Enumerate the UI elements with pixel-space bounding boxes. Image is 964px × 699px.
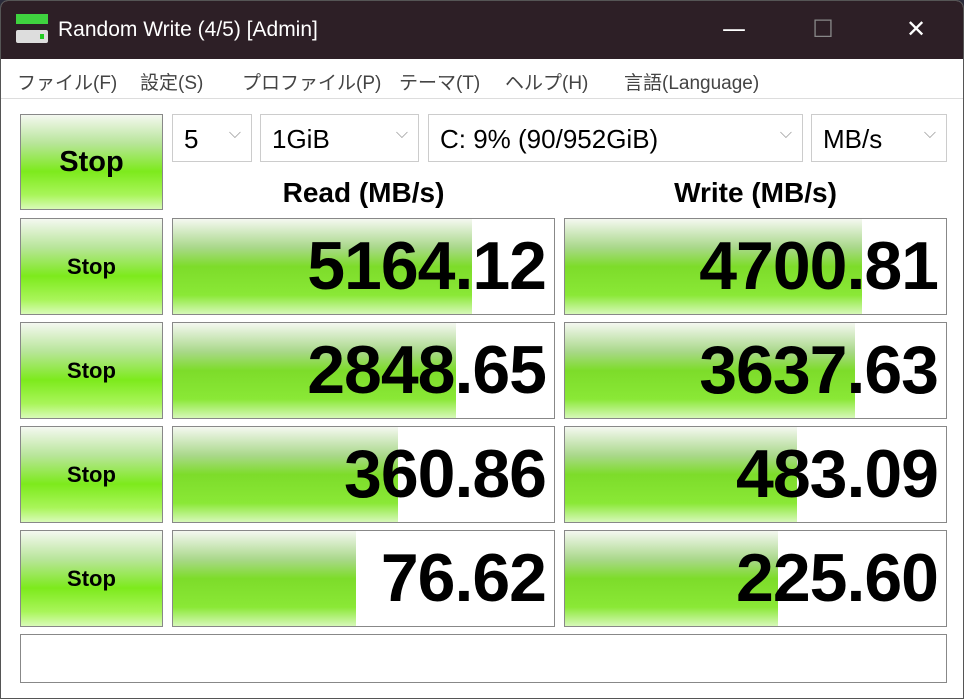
write-header: Write (MB/s) — [674, 177, 837, 208]
read-result: 360.86 — [172, 426, 555, 523]
read-result: 5164.12 — [172, 218, 555, 315]
unit-select[interactable]: MB/s ⌵ — [811, 114, 947, 162]
write-value: 225.60 — [736, 540, 939, 616]
read-value: 2848.65 — [307, 332, 547, 408]
maximize-button[interactable]: ☐ — [803, 15, 843, 43]
stop-test-button[interactable]: Stop — [20, 322, 163, 419]
title-bar: Random Write (4/5) [Admin] — ☐ ✕ — [1, 1, 963, 59]
write-result: 3637.63 — [564, 322, 947, 419]
drive-value: C: 9% (90/952GiB) — [440, 124, 659, 154]
unit-value: MB/s — [823, 124, 883, 154]
stop-test-button[interactable]: Stop — [20, 426, 163, 523]
write-value: 4700.81 — [699, 228, 939, 304]
size-value: 1GiB — [272, 124, 330, 154]
stop-test-button[interactable]: Stop — [20, 530, 163, 627]
read-value: 360.86 — [344, 436, 547, 512]
menu-profile[interactable]: プロファイル(P) — [242, 68, 381, 95]
app-disk-icon — [16, 14, 48, 44]
read-result: 76.62 — [172, 530, 555, 627]
size-select[interactable]: 1GiB ⌵ — [260, 114, 419, 162]
write-value: 3637.63 — [699, 332, 939, 408]
comment-input[interactable] — [20, 634, 947, 683]
menu-bar: ファイル(F) 設定(S) プロファイル(P) テーマ(T) ヘルプ(H) 言語… — [1, 59, 963, 99]
read-bar — [173, 531, 356, 626]
chevron-down-icon: ⌵ — [923, 125, 936, 142]
close-button[interactable]: ✕ — [896, 15, 936, 43]
read-result: 2848.65 — [172, 322, 555, 419]
chevron-down-icon: ⌵ — [228, 125, 241, 142]
count-select[interactable]: 5 ⌵ — [172, 114, 252, 162]
menu-language[interactable]: 言語(Language) — [624, 68, 759, 95]
window-title: Random Write (4/5) [Admin] — [58, 18, 318, 41]
app-window: Random Write (4/5) [Admin] — ☐ ✕ ファイル(F)… — [0, 0, 964, 699]
minimize-button[interactable]: — — [714, 15, 754, 43]
menu-settings[interactable]: 設定(S) — [140, 68, 203, 95]
read-header: Read (MB/s) — [282, 177, 445, 208]
read-value: 76.62 — [380, 540, 547, 616]
write-result: 4700.81 — [564, 218, 947, 315]
count-value: 5 — [184, 124, 199, 154]
drive-select[interactable]: C: 9% (90/952GiB) ⌵ — [428, 114, 803, 162]
read-value: 5164.12 — [307, 228, 547, 304]
menu-file[interactable]: ファイル(F) — [17, 68, 117, 95]
write-value: 483.09 — [736, 436, 939, 512]
stop-all-button[interactable]: Stop — [20, 114, 163, 210]
menu-theme[interactable]: テーマ(T) — [399, 68, 480, 95]
menu-help[interactable]: ヘルプ(H) — [505, 68, 588, 95]
write-result: 483.09 — [564, 426, 947, 523]
chevron-down-icon: ⌵ — [395, 125, 408, 142]
chevron-down-icon: ⌵ — [779, 125, 792, 142]
write-result: 225.60 — [564, 530, 947, 627]
stop-test-button[interactable]: Stop — [20, 218, 163, 315]
